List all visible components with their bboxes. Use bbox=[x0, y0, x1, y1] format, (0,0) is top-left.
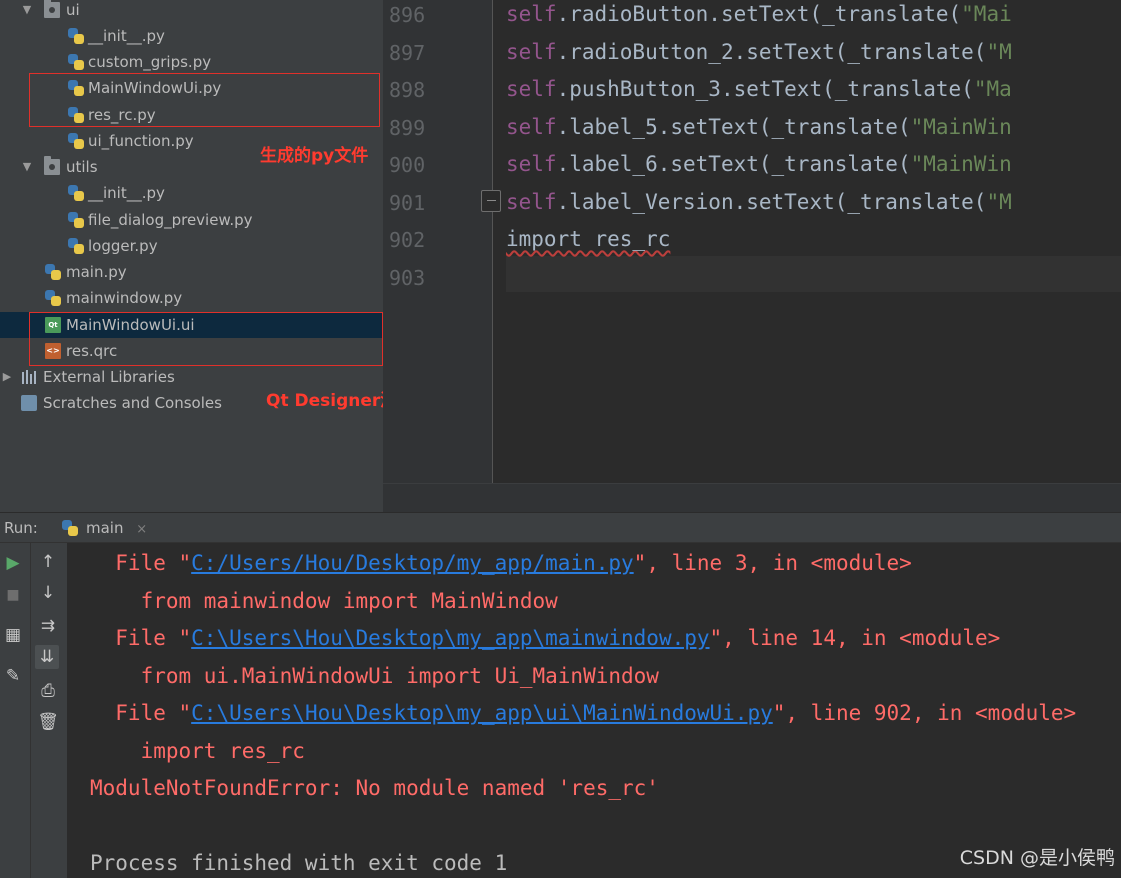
tree-file-custom-grips[interactable]: custom_grips.py bbox=[0, 49, 383, 75]
tree-file-main[interactable]: main.py bbox=[0, 259, 383, 285]
pin-icon[interactable]: ✎ bbox=[1, 664, 25, 688]
tree-file-file-dialog-preview[interactable]: file_dialog_preview.py bbox=[0, 207, 383, 233]
scratches-icon bbox=[21, 395, 37, 411]
run-label: Run: bbox=[4, 519, 38, 537]
fold-icon[interactable] bbox=[481, 190, 501, 212]
file-link[interactable]: C:/Users/Hou/Desktop/my_app/main.py bbox=[191, 551, 634, 575]
code-line-import[interactable]: import res_rc bbox=[506, 227, 670, 251]
file-link[interactable]: C:\Users\Hou\Desktop\my_app\ui\MainWindo… bbox=[191, 701, 773, 725]
annotation-box-generated bbox=[29, 73, 380, 127]
annotation-generated-py: 生成的py文件 bbox=[260, 146, 369, 166]
folder-icon bbox=[44, 0, 60, 18]
collapse-arrow-icon[interactable]: ▶ bbox=[0, 364, 14, 390]
run-tab-label: main bbox=[86, 519, 124, 537]
code-editor[interactable]: 896 self.radioButton.setText(_translate(… bbox=[383, 0, 1121, 512]
line-number: 902 bbox=[389, 228, 426, 252]
line-number: 896 bbox=[389, 3, 426, 27]
python-file-icon bbox=[68, 54, 84, 70]
up-arrow-icon[interactable]: ↑ bbox=[36, 550, 60, 574]
python-file-icon bbox=[68, 212, 84, 228]
line-number: 903 bbox=[389, 266, 426, 290]
error-message: ModuleNotFoundError: No module named 're… bbox=[90, 776, 659, 800]
python-file-icon bbox=[68, 28, 84, 44]
gutter-divider bbox=[492, 0, 493, 483]
print-icon[interactable]: ⎙ bbox=[36, 679, 60, 703]
project-tree-panel: ▼ ui __init__.py custom_grips.py MainWin… bbox=[0, 0, 383, 512]
line-number: 901 bbox=[389, 191, 426, 215]
rerun-icon[interactable]: ▶ bbox=[1, 551, 25, 575]
traceback-code: import res_rc bbox=[90, 739, 305, 763]
annotation-designer-source: Qt Designer源文件 bbox=[266, 391, 383, 411]
library-icon bbox=[21, 369, 37, 385]
traceback-code: from mainwindow import MainWindow bbox=[90, 589, 558, 613]
run-console-output[interactable]: File "C:/Users/Hou/Desktop/my_app/main.p… bbox=[67, 543, 1121, 878]
python-file-icon bbox=[68, 185, 84, 201]
expand-arrow-icon[interactable]: ▼ bbox=[20, 0, 34, 23]
code-line[interactable]: self.pushButton_3.setText(_translate("Ma bbox=[506, 77, 1012, 101]
restore-layout-icon[interactable]: ▦ bbox=[1, 623, 25, 647]
toolbar-divider bbox=[30, 543, 31, 878]
soft-wrap-icon[interactable]: ⇉ bbox=[36, 614, 60, 638]
watermark: CSDN @是小侯鸭 bbox=[959, 847, 1115, 869]
run-toolbar: ▶ ■ ▦ ✎ ↑ ↓ ⇉ ⇊ ⎙ 🗑 bbox=[0, 543, 67, 878]
python-icon bbox=[62, 520, 78, 536]
tree-file-init[interactable]: __init__.py bbox=[0, 23, 383, 49]
tree-file-mainwindow[interactable]: mainwindow.py bbox=[0, 285, 383, 311]
close-icon[interactable]: × bbox=[136, 522, 147, 537]
code-line[interactable]: self.radioButton.setText(_translate("Mai bbox=[506, 2, 1012, 26]
line-number: 897 bbox=[389, 41, 426, 65]
scroll-to-end-icon[interactable]: ⇊ bbox=[35, 645, 59, 669]
code-line[interactable]: self.label_Version.setText(_translate("M bbox=[506, 190, 1012, 214]
line-number: 898 bbox=[389, 78, 426, 102]
tree-file-logger[interactable]: logger.py bbox=[0, 233, 383, 259]
tree-file-utils-init[interactable]: __init__.py bbox=[0, 180, 383, 206]
editor-horizontal-scroll-area[interactable] bbox=[383, 483, 1121, 512]
python-file-icon bbox=[45, 290, 61, 306]
current-line-highlight bbox=[506, 256, 1121, 292]
traceback-line: File "C:/Users/Hou/Desktop/my_app/main.p… bbox=[90, 551, 912, 575]
folder-icon bbox=[44, 156, 60, 175]
python-file-icon bbox=[68, 133, 84, 149]
traceback-line: File "C:\Users\Hou\Desktop\my_app\ui\Mai… bbox=[90, 701, 1077, 725]
annotation-box-designer bbox=[29, 312, 383, 366]
trash-icon[interactable]: 🗑 bbox=[36, 710, 60, 734]
run-tool-window-header: Run: main × bbox=[0, 512, 1121, 543]
process-exit-line: Process finished with exit code 1 bbox=[90, 851, 508, 875]
python-file-icon bbox=[68, 238, 84, 254]
file-link[interactable]: C:\Users\Hou\Desktop\my_app\mainwindow.p… bbox=[191, 626, 709, 650]
python-file-icon bbox=[45, 264, 61, 280]
line-number: 900 bbox=[389, 153, 426, 177]
stop-icon[interactable]: ■ bbox=[1, 583, 25, 607]
code-line[interactable]: self.radioButton_2.setText(_translate("M bbox=[506, 40, 1012, 64]
expand-arrow-icon[interactable]: ▼ bbox=[20, 154, 34, 180]
line-number: 899 bbox=[389, 116, 426, 140]
traceback-code: from ui.MainWindowUi import Ui_MainWindo… bbox=[90, 664, 659, 688]
code-line[interactable]: self.label_5.setText(_translate("MainWin bbox=[506, 115, 1012, 139]
down-arrow-icon[interactable]: ↓ bbox=[36, 581, 60, 605]
run-tab-main[interactable]: main × bbox=[54, 513, 157, 544]
tree-folder-ui[interactable]: ▼ ui bbox=[0, 0, 383, 23]
code-line[interactable]: self.label_6.setText(_translate("MainWin bbox=[506, 152, 1012, 176]
traceback-line: File "C:\Users\Hou\Desktop\my_app\mainwi… bbox=[90, 626, 1001, 650]
